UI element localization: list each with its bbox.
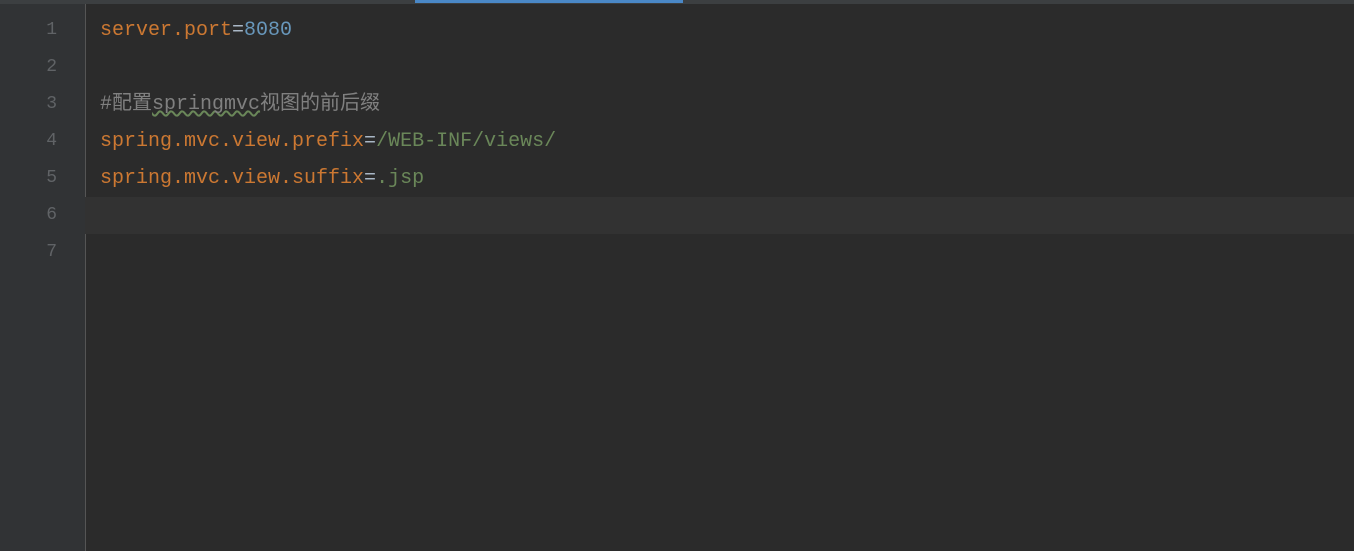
tab-indicator (415, 0, 683, 3)
property-key: server.port (100, 19, 232, 42)
equals-sign: = (364, 167, 376, 190)
code-line-5[interactable]: spring.mvc.view.suffix=.jsp (100, 160, 1354, 197)
line-number[interactable]: 2 (0, 49, 85, 86)
property-key: spring.mvc.view.suffix (100, 167, 364, 190)
property-key: spring.mvc.view.prefix (100, 130, 364, 153)
line-number[interactable]: 6 (0, 197, 85, 234)
code-line-7[interactable] (100, 234, 1354, 271)
code-line-1[interactable]: server.port=8080 (100, 12, 1354, 49)
line-number[interactable]: 7 (0, 234, 85, 271)
code-line-3[interactable]: #配置springmvc视图的前后缀 (100, 86, 1354, 123)
code-line-4[interactable]: spring.mvc.view.prefix=/WEB-INF/views/ (100, 123, 1354, 160)
line-number[interactable]: 1 (0, 12, 85, 49)
line-number[interactable]: 4 (0, 123, 85, 160)
comment-typo: springmvc (152, 93, 260, 116)
comment-text: #配置 (100, 93, 152, 116)
line-gutter[interactable]: 1 2 3 4 5 6 7 (0, 4, 85, 551)
code-line-6-current[interactable] (85, 197, 1354, 234)
comment-text: 视图的前后缀 (260, 93, 380, 116)
code-area[interactable]: server.port=8080 #配置springmvc视图的前后缀 spri… (85, 4, 1354, 551)
equals-sign: = (232, 19, 244, 42)
property-value: /WEB-INF/views/ (376, 130, 556, 153)
property-value: .jsp (376, 167, 424, 190)
code-line-2[interactable] (100, 49, 1354, 86)
equals-sign: = (364, 130, 376, 153)
line-number[interactable]: 5 (0, 160, 85, 197)
line-number[interactable]: 3 (0, 86, 85, 123)
property-value: 8080 (244, 19, 292, 42)
editor-container: 1 2 3 4 5 6 7 server.port=8080 #配置spring… (0, 4, 1354, 551)
